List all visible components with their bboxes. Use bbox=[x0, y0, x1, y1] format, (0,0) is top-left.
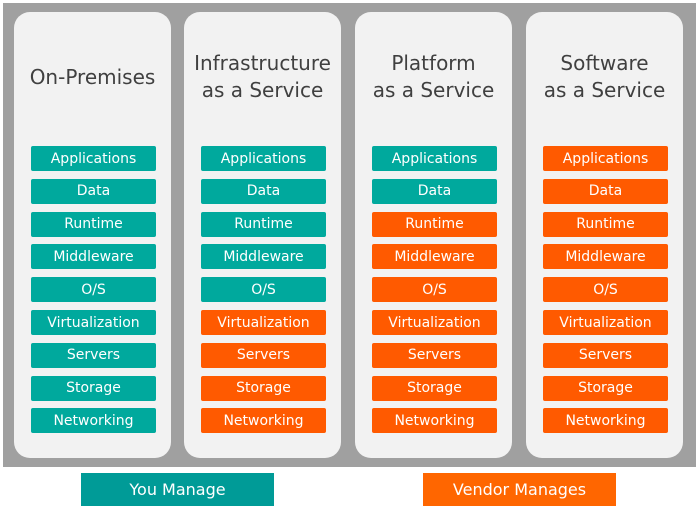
layer-box: Storage bbox=[543, 375, 668, 401]
layer-box: Networking bbox=[31, 408, 156, 434]
column-title-line: On-Premises bbox=[29, 64, 156, 89]
column-title-line: Infrastructure bbox=[194, 51, 331, 75]
column-title-line: as a Service bbox=[201, 78, 324, 102]
column-title: Software as a Service bbox=[526, 12, 683, 142]
layer-box: Runtime bbox=[372, 211, 497, 237]
layer-box: Networking bbox=[201, 408, 326, 434]
layer-box: Applications bbox=[31, 146, 156, 171]
layer-box: Virtualization bbox=[201, 310, 326, 335]
layer-box: Data bbox=[201, 178, 326, 204]
layer-box: Applications bbox=[201, 146, 326, 171]
layer-box: Data bbox=[372, 178, 497, 204]
layer-box: Storage bbox=[372, 375, 497, 401]
column-title: Infrastructure as a Service bbox=[184, 12, 341, 142]
column-title: On-Premises bbox=[14, 12, 171, 142]
layer-box: Applications bbox=[543, 146, 668, 171]
layer-box: Servers bbox=[372, 342, 497, 368]
layer-box: Servers bbox=[201, 342, 326, 368]
layer-box: O/S bbox=[543, 277, 668, 303]
service-model-column: Platform as a Service Applications Data Runt… bbox=[355, 12, 512, 458]
layer-box: Networking bbox=[543, 408, 668, 434]
layer-box: Virtualization bbox=[543, 310, 668, 335]
column-title: Platform as a Service bbox=[355, 12, 512, 142]
layer-box: O/S bbox=[201, 277, 326, 303]
layer-box: Middleware bbox=[31, 244, 156, 270]
layer-box: O/S bbox=[31, 277, 156, 303]
layer-box: Runtime bbox=[543, 211, 668, 237]
layer-box: Networking bbox=[372, 408, 497, 434]
layer-box: Virtualization bbox=[31, 310, 156, 335]
layer-box: Virtualization bbox=[372, 310, 497, 335]
column-title-line: as a Service bbox=[543, 78, 666, 102]
layer-box: Runtime bbox=[31, 211, 156, 237]
column-title-line: as a Service bbox=[372, 78, 495, 102]
legend-vendor-manages: Vendor Manages bbox=[423, 473, 616, 506]
layer-box: Servers bbox=[543, 342, 668, 368]
layer-box: Storage bbox=[201, 375, 326, 401]
layer-box: O/S bbox=[372, 277, 497, 303]
layer-box: Middleware bbox=[372, 244, 497, 270]
layer-box: Middleware bbox=[201, 244, 326, 270]
service-model-column: Software as a Service Applications Data Runt… bbox=[526, 12, 683, 458]
layer-box: Data bbox=[31, 178, 156, 204]
layer-box: Servers bbox=[31, 342, 156, 368]
layer-box: Data bbox=[543, 178, 668, 204]
layer-box: Applications bbox=[372, 146, 497, 171]
legend-you-manage: You Manage bbox=[81, 473, 274, 506]
service-model-column: On-Premises Applications Data Runtime Middle… bbox=[14, 12, 171, 458]
layer-box: Middleware bbox=[543, 244, 668, 270]
column-title-line: Software bbox=[560, 51, 649, 75]
service-model-column: Infrastructure as a Service Applications Da… bbox=[184, 12, 341, 458]
layer-box: Storage bbox=[31, 375, 156, 401]
column-title-line: Platform bbox=[391, 51, 476, 75]
layer-box: Runtime bbox=[201, 211, 326, 237]
